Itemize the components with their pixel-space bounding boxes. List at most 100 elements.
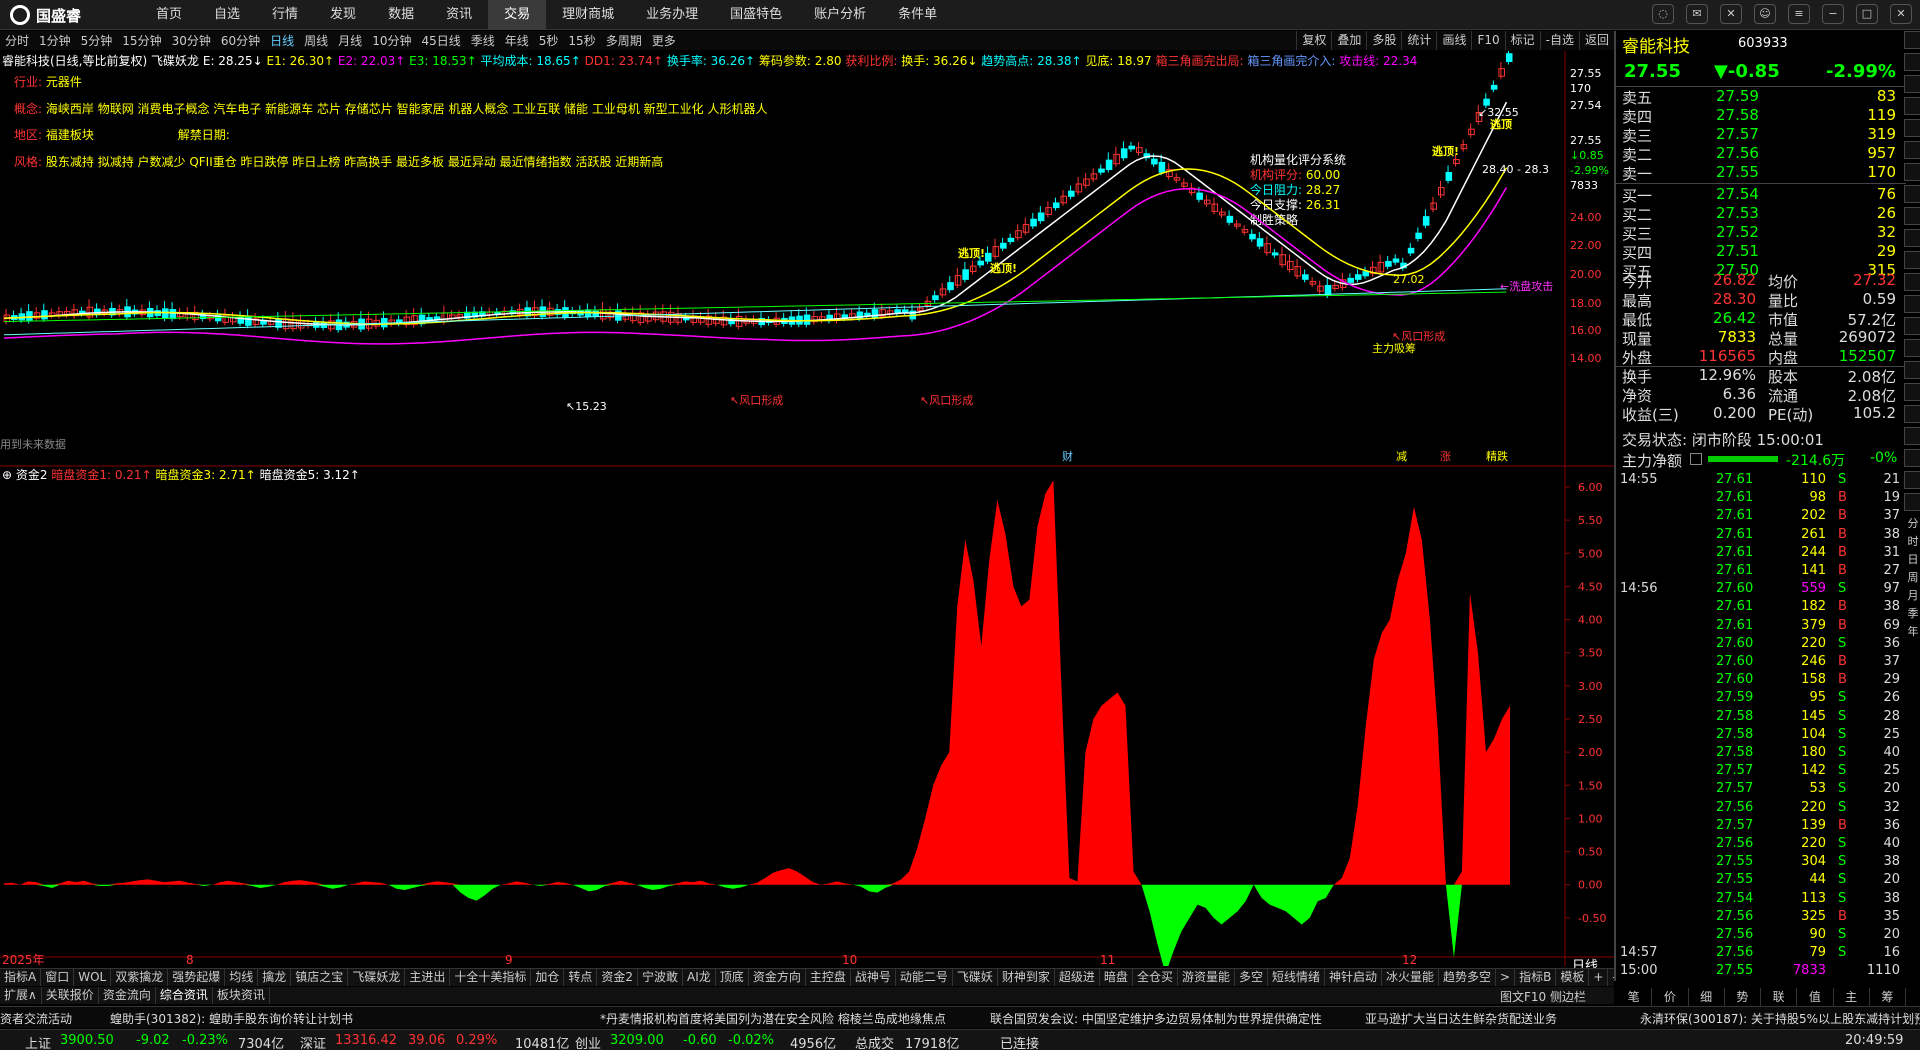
period-item[interactable]: 月线	[333, 32, 367, 49]
quote-tab[interactable]: 笔	[1616, 988, 1653, 1006]
indicator-tab[interactable]: 主进出	[405, 969, 451, 986]
side-tool-icon[interactable]	[1904, 75, 1920, 93]
indicator-tab[interactable]: 飞碟妖	[953, 969, 998, 986]
period-item[interactable]: 多周期	[601, 32, 647, 49]
menu-item[interactable]: 理财商城	[546, 0, 630, 30]
side-period-button[interactable]: 分	[1904, 515, 1920, 533]
period-item[interactable]: 15秒	[563, 32, 600, 49]
side-tool-icon[interactable]	[1904, 207, 1920, 225]
chart-tool-button[interactable]: 返回	[1578, 31, 1614, 50]
period-item[interactable]: 周线	[299, 32, 333, 49]
side-tool-icon[interactable]	[1904, 185, 1920, 203]
menu-item[interactable]: 首页	[140, 0, 198, 30]
menu-item[interactable]: 行情	[256, 0, 314, 30]
menu-item[interactable]: 发现	[314, 0, 372, 30]
side-tool-icon[interactable]	[1904, 229, 1920, 247]
period-item[interactable]: 45日线	[416, 32, 465, 49]
info-tab[interactable]: 关联报价	[42, 987, 99, 1004]
ask-row[interactable]: 卖四 27.58 119	[1616, 106, 1896, 126]
news-item[interactable]: 资者交流活动	[0, 1010, 72, 1027]
indicator-tab[interactable]: 主控盘	[806, 969, 851, 986]
bid-row[interactable]: 买四 27.51 29	[1616, 242, 1896, 262]
side-tool-icon[interactable]	[1904, 361, 1920, 379]
indicator-tab[interactable]: 超级进	[1055, 969, 1100, 986]
chart-tool-button[interactable]: 叠加	[1331, 31, 1366, 50]
indicator-tab[interactable]: 冰火量能	[1382, 969, 1440, 986]
news-item[interactable]: 联合国贸发会议: 中国坚定维护多边贸易体制为世界提供确定性	[990, 1010, 1322, 1027]
quote-tab[interactable]: 主	[1834, 988, 1870, 1006]
indicator-tab[interactable]: 指标B	[1515, 969, 1557, 986]
indicator-tab[interactable]: 全仓买	[1133, 969, 1178, 986]
indicator-tab[interactable]: >	[1496, 969, 1516, 986]
side-tool-icon[interactable]	[1904, 317, 1920, 335]
menu-item[interactable]: 自选	[198, 0, 256, 30]
chart-tool-button[interactable]: 复权	[1296, 31, 1331, 50]
indicator-tab[interactable]: 模板	[1556, 969, 1590, 986]
indicator-tab[interactable]: 财神到家	[998, 969, 1055, 986]
expand-icon[interactable]	[1690, 453, 1702, 465]
bid-row[interactable]: 买三 27.52 32	[1616, 223, 1896, 243]
info-tab[interactable]: 综合资讯	[156, 987, 213, 1004]
side-tool-icon[interactable]	[1904, 339, 1920, 357]
indicator-tab[interactable]: AI龙	[683, 969, 716, 986]
news-item[interactable]: 永清环保(300187): 关于持股5%以上股东减持计划预披	[1640, 1010, 1920, 1027]
indicator-tab[interactable]: -	[1608, 969, 1614, 986]
side-period-button[interactable]: 季	[1904, 605, 1920, 623]
side-tool-icon[interactable]	[1904, 141, 1920, 159]
indicator-tab[interactable]: 资金2	[597, 969, 639, 986]
indicator-tab[interactable]: +	[1589, 969, 1609, 986]
ask-row[interactable]: 卖三 27.57 319	[1616, 125, 1896, 145]
indicator-tab[interactable]: 神针启动	[1325, 969, 1383, 986]
news-ticker[interactable]: 资者交流活动 蝗助手(301382): 蝗助手股东询价转让计划书 *丹麦情报机构首度…	[0, 1006, 1920, 1028]
side-tool-icon[interactable]	[1904, 449, 1920, 467]
side-period-button[interactable]: 周	[1904, 569, 1920, 587]
side-tool-icon[interactable]	[1904, 295, 1920, 313]
period-item[interactable]: 日线	[265, 32, 299, 49]
indicator-tab[interactable]: 趋势多空	[1439, 969, 1497, 986]
minimize-icon[interactable]: −	[1822, 4, 1844, 24]
menu-item[interactable]: 国盛特色	[714, 0, 798, 30]
indicator-tab[interactable]: 加仓	[531, 969, 565, 986]
menu-item[interactable]: 业务办理	[630, 0, 714, 30]
quote-tab[interactable]: 联	[1761, 988, 1798, 1006]
chat-icon[interactable]: ◌	[1652, 4, 1674, 24]
side-tool-icon[interactable]	[1904, 31, 1920, 49]
indicator-tab[interactable]: 擒龙	[258, 969, 292, 986]
side-tool-icon[interactable]	[1904, 471, 1920, 489]
indicator-tab[interactable]: 宁波敢	[638, 969, 684, 986]
indicator-tab[interactable]: 动能二号	[896, 969, 953, 986]
bid-row[interactable]: 买一 27.54 76	[1616, 185, 1896, 205]
period-item[interactable]: 30分钟	[167, 32, 216, 49]
menu-icon[interactable]: ≡	[1788, 4, 1810, 24]
side-tool-icon[interactable]	[1904, 53, 1920, 71]
menu-item[interactable]: 账户分析	[798, 0, 882, 30]
indicator-tab[interactable]: 转点	[564, 969, 598, 986]
quote-tab[interactable]: 值	[1797, 988, 1834, 1006]
news-item[interactable]: 蝗助手(301382): 蝗助手股东询价转让计划书	[110, 1010, 353, 1027]
indicator-tab[interactable]: 暗盘	[1100, 969, 1133, 986]
period-item[interactable]: 5秒	[534, 32, 564, 49]
side-period-button[interactable]: 时	[1904, 533, 1920, 551]
f10-sidebar-toggle[interactable]: 图文F10 侧边栏	[1500, 988, 1586, 1005]
chart-canvas[interactable]: 27.55 170 27.54 27.55 ↓0.85 -2.99% 7833 24.00 22…	[0, 51, 1614, 966]
side-tool-icon[interactable]	[1904, 251, 1920, 269]
side-tool-icon[interactable]	[1904, 493, 1920, 511]
user-icon[interactable]: ☺	[1754, 4, 1776, 24]
period-item[interactable]: 60分钟	[216, 32, 265, 49]
app-logo[interactable]: 国盛睿	[10, 4, 81, 26]
news-item[interactable]: 亚马逊扩大当日达生鲜杂货配送业务	[1365, 1010, 1557, 1027]
indicator-tab[interactable]: 资金方向	[749, 969, 806, 986]
side-tool-icon[interactable]	[1904, 273, 1920, 291]
indicator-tab[interactable]: 指标A	[0, 969, 42, 986]
ask-row[interactable]: 卖五 27.59 83	[1616, 87, 1896, 107]
menu-item[interactable]: 交易	[488, 0, 547, 30]
chart-tool-button[interactable]: 标记	[1504, 31, 1540, 50]
period-item[interactable]: 15分钟	[117, 32, 166, 49]
news-item[interactable]: *丹麦情报机构首度将美国列为潜在安全风险 榕棱兰岛成地缘焦点	[600, 1010, 946, 1027]
menu-item[interactable]: 数据	[372, 0, 430, 30]
chart-tool-button[interactable]: 多股	[1366, 31, 1401, 50]
indicator-tab[interactable]: 短线情绪	[1268, 969, 1325, 986]
side-tool-icon[interactable]	[1904, 427, 1920, 445]
info-tab[interactable]: 资金流向	[99, 987, 156, 1004]
info-tab[interactable]: 扩展∧	[0, 987, 42, 1004]
